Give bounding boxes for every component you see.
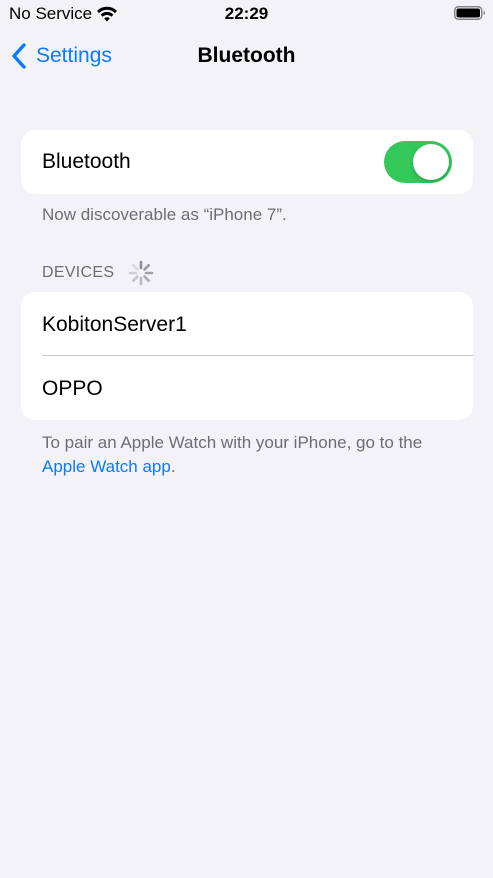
status-bar: No Service 22:29 — [0, 0, 493, 30]
apple-watch-app-link[interactable]: Apple Watch app — [42, 457, 171, 476]
chevron-left-icon — [12, 43, 26, 69]
status-time: 22:29 — [224, 4, 269, 23]
pair-note-text: To pair an Apple Watch with your iPhone,… — [42, 433, 423, 452]
bluetooth-toggle[interactable] — [384, 141, 452, 183]
devices-header-label: DEVICES — [42, 264, 115, 281]
device-name: OPPO — [42, 377, 103, 400]
bluetooth-toggle-cell: Bluetooth — [21, 130, 473, 194]
devices-list: KobitonServer1 OPPO — [21, 292, 473, 420]
discoverable-text: Now discoverable as “iPhone 7”. — [42, 205, 287, 224]
device-row-kobitonserver1[interactable]: KobitonServer1 — [21, 292, 473, 356]
device-name: KobitonServer1 — [42, 313, 187, 336]
loading-spinner-icon — [129, 260, 154, 286]
toggle-knob — [413, 144, 449, 180]
navigation-bar: Bluetooth Settings — [0, 36, 493, 76]
device-row-oppo[interactable]: OPPO — [21, 356, 473, 420]
pair-note-suffix: . — [170, 457, 176, 476]
bluetooth-label: Bluetooth — [42, 150, 131, 173]
apple-watch-pair-note: To pair an Apple Watch with your iPhone,… — [42, 431, 462, 479]
battery-icon — [454, 6, 485, 20]
back-button-label: Settings — [36, 44, 112, 67]
devices-section-header: DEVICES — [42, 260, 154, 286]
back-button[interactable]: Settings — [10, 41, 112, 71]
